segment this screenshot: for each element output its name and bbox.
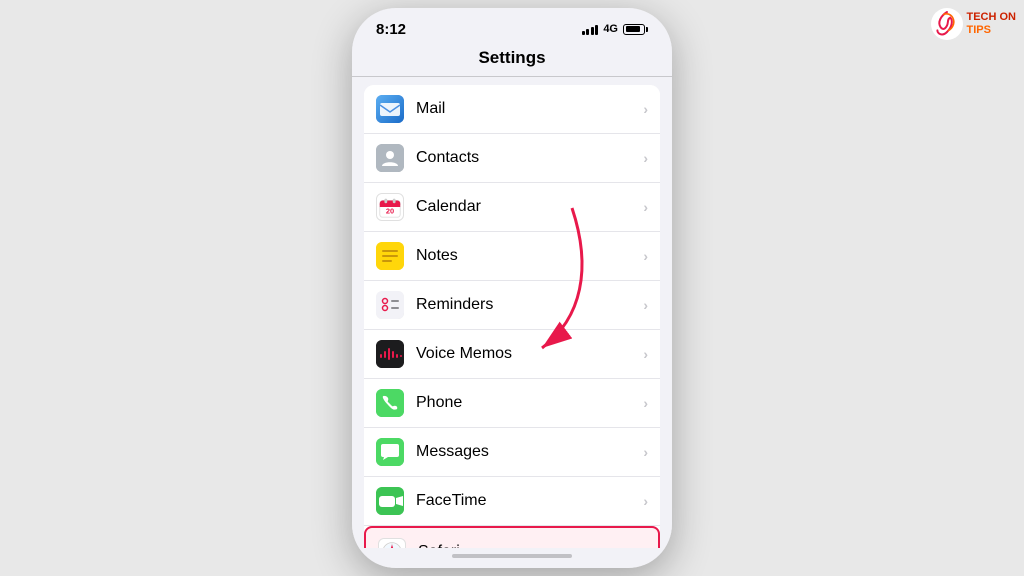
- mail-app-icon: [376, 95, 404, 123]
- watermark: TECH ONTIPS: [931, 8, 1017, 40]
- calendar-app-icon: 20: [376, 193, 404, 221]
- page-header: Settings: [352, 44, 672, 77]
- voice-memos-chevron: ›: [643, 346, 648, 362]
- settings-item-safari[interactable]: Safari›: [364, 526, 660, 548]
- svg-text:20: 20: [386, 207, 394, 216]
- facetime-label: FaceTime: [416, 492, 643, 510]
- watermark-logo-icon: [931, 8, 963, 40]
- messages-chevron: ›: [643, 444, 648, 460]
- safari-chevron: ›: [641, 544, 646, 548]
- watermark-text: TECH ONTIPS: [967, 11, 1017, 37]
- signal-bar-1: [582, 31, 585, 35]
- notes-label: Notes: [416, 247, 643, 265]
- settings-item-voice-memos[interactable]: Voice Memos›: [364, 330, 660, 379]
- battery-body: [623, 24, 645, 35]
- facetime-chevron: ›: [643, 493, 648, 509]
- calendar-chevron: ›: [643, 199, 648, 215]
- settings-item-notes[interactable]: Notes›: [364, 232, 660, 281]
- signal-bar-4: [595, 25, 598, 35]
- notes-app-icon: [376, 242, 404, 270]
- mail-label: Mail: [416, 100, 643, 118]
- reminders-label: Reminders: [416, 296, 643, 314]
- reminders-app-icon: [376, 291, 404, 319]
- settings-item-calendar[interactable]: 20 Calendar›: [364, 183, 660, 232]
- messages-label: Messages: [416, 443, 643, 461]
- voice-memos-app-icon: [376, 340, 404, 368]
- settings-item-messages[interactable]: Messages›: [364, 428, 660, 477]
- settings-item-phone[interactable]: Phone›: [364, 379, 660, 428]
- page-title: Settings: [478, 48, 545, 67]
- phone-frame: 8:12 4G Settings Mail›Contacts›20Calenda…: [352, 8, 672, 568]
- network-badge: 4G: [603, 23, 618, 35]
- contacts-label: Contacts: [416, 149, 643, 167]
- signal-bars-icon: [582, 23, 599, 35]
- phone-app-icon: [376, 389, 404, 417]
- battery-icon: [623, 24, 648, 35]
- reminders-chevron: ›: [643, 297, 648, 313]
- status-time: 8:12: [376, 21, 406, 38]
- settings-item-reminders[interactable]: Reminders›: [364, 281, 660, 330]
- battery-tip: [646, 27, 648, 32]
- contacts-app-icon: [376, 144, 404, 172]
- signal-bar-2: [586, 29, 589, 35]
- voice-memos-label: Voice Memos: [416, 345, 643, 363]
- settings-item-contacts[interactable]: Contacts›: [364, 134, 660, 183]
- calendar-label: Calendar: [416, 198, 643, 216]
- safari-label: Safari: [418, 543, 641, 548]
- phone-chevron: ›: [643, 395, 648, 411]
- status-icons: 4G: [582, 23, 648, 35]
- settings-list[interactable]: Mail›Contacts›20Calendar›Notes›Reminders…: [352, 77, 672, 548]
- messages-app-icon: [376, 438, 404, 466]
- contacts-chevron: ›: [643, 150, 648, 166]
- settings-item-facetime[interactable]: FaceTime›: [364, 477, 660, 526]
- home-indicator: [352, 548, 672, 568]
- battery-fill: [626, 26, 640, 32]
- settings-item-mail[interactable]: Mail›: [364, 85, 660, 134]
- facetime-app-icon: [376, 487, 404, 515]
- status-bar: 8:12 4G: [352, 8, 672, 44]
- signal-bar-3: [591, 27, 594, 35]
- phone-label: Phone: [416, 394, 643, 412]
- safari-app-icon: [378, 538, 406, 548]
- settings-group-apps: Mail›Contacts›20Calendar›Notes›Reminders…: [364, 85, 660, 548]
- notes-chevron: ›: [643, 248, 648, 264]
- mail-chevron: ›: [643, 101, 648, 117]
- home-bar: [452, 554, 572, 558]
